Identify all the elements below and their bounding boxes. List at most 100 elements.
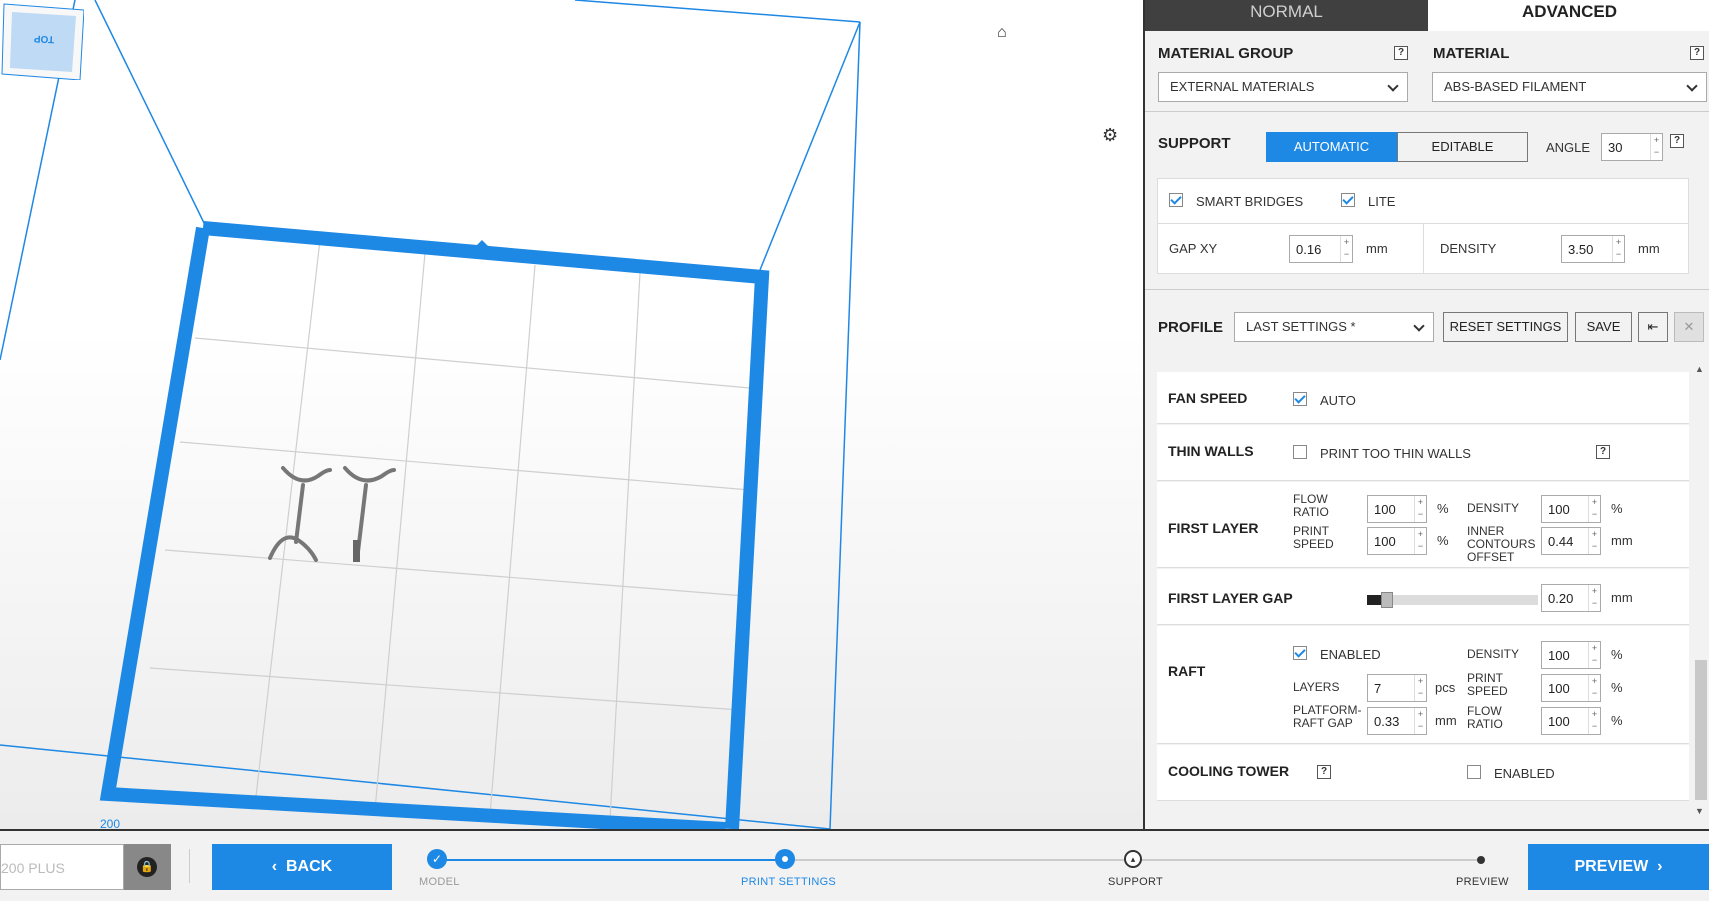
gap-xy-value: 0.16 xyxy=(1296,242,1322,257)
thin-walls-label: THIN WALLS xyxy=(1168,443,1254,459)
inner-contours-offset-input[interactable]: 0.44 + − xyxy=(1541,527,1601,555)
first-layer-gap-slider[interactable] xyxy=(1367,592,1538,608)
tab-advanced[interactable]: ADVANCED xyxy=(1428,0,1709,31)
raft-density-input[interactable]: 100 + − xyxy=(1541,641,1601,669)
inner-contours-offset-label: INNER CONTOURS OFFSET xyxy=(1467,524,1536,564)
tab-normal[interactable]: NORMAL xyxy=(1145,0,1428,31)
lock-button[interactable]: 🔒 xyxy=(124,844,171,890)
first-layer-density-label: DENSITY xyxy=(1467,501,1520,515)
support-density-value: 3.50 xyxy=(1568,242,1594,257)
raft-enabled-checkbox[interactable] xyxy=(1293,646,1307,660)
slider-handle[interactable] xyxy=(1381,592,1393,608)
step-print-settings-label[interactable]: PRINT SETTINGS xyxy=(741,876,836,888)
back-button[interactable]: ‹ BACK xyxy=(212,844,392,890)
profile-select[interactable]: LAST SETTINGS * xyxy=(1234,312,1434,342)
chevron-down-icon xyxy=(1413,320,1425,332)
scrollbar[interactable]: ▲ ▼ xyxy=(1691,360,1709,826)
first-layer-gap-label: FIRST LAYER GAP xyxy=(1168,590,1293,606)
stepper-icon[interactable]: + − xyxy=(1588,496,1600,522)
raft-row: RAFT ENABLED LAYERS 7 + − pcs PLATFORM-RAF… xyxy=(1157,626,1689,744)
percent-unit: % xyxy=(1437,533,1449,548)
home-icon[interactable]: ⌂ xyxy=(997,25,1007,41)
help-icon[interactable]: ? xyxy=(1317,765,1331,779)
step-support-label[interactable]: SUPPORT xyxy=(1108,876,1163,888)
step-print-settings-icon[interactable] xyxy=(775,849,795,869)
preview-button[interactable]: PREVIEW › xyxy=(1528,844,1709,890)
thin-walls-checkbox[interactable] xyxy=(1293,445,1307,459)
help-icon[interactable]: ? xyxy=(1596,445,1610,459)
cooling-tower-enabled-label: ENABLED xyxy=(1494,766,1555,781)
help-icon[interactable]: ? xyxy=(1690,46,1704,60)
support-automatic-button[interactable]: AUTOMATIC xyxy=(1266,132,1397,162)
mode-tabs: NORMAL ADVANCED xyxy=(1145,0,1709,31)
stepper-icon[interactable]: + − xyxy=(1340,236,1352,262)
stepper-icon[interactable]: + − xyxy=(1414,708,1426,734)
stepper-icon[interactable]: + − xyxy=(1414,496,1426,522)
raft-enabled-label: ENABLED xyxy=(1320,647,1381,662)
stepper-icon[interactable]: + − xyxy=(1588,528,1600,554)
chevron-down-icon xyxy=(1686,80,1698,92)
help-icon[interactable]: ? xyxy=(1670,134,1684,148)
raft-label: RAFT xyxy=(1168,663,1206,679)
stepper-icon[interactable]: + − xyxy=(1414,675,1426,701)
printer-field[interactable]: 200 PLUS xyxy=(0,844,124,890)
lock-icon: 🔒 xyxy=(137,857,157,877)
settings-list[interactable]: FAN SPEED AUTO THIN WALLS PRINT TOO THIN… xyxy=(1145,360,1709,826)
first-layer-print-speed-input[interactable]: 100 + − xyxy=(1367,527,1427,555)
gap-xy-input[interactable]: 0.16 + − xyxy=(1289,235,1353,263)
material-select[interactable]: ABS-BASED FILAMENT xyxy=(1432,72,1707,102)
stepper-icon[interactable]: + − xyxy=(1588,585,1600,611)
export-icon[interactable]: ⇤ xyxy=(1638,312,1668,342)
smart-bridges-checkbox[interactable] xyxy=(1169,193,1183,207)
step-preview-label[interactable]: PREVIEW xyxy=(1456,876,1509,888)
progress-fill xyxy=(437,859,785,861)
scroll-down-icon[interactable]: ▼ xyxy=(1695,806,1704,816)
support-editable-button[interactable]: EDITABLE xyxy=(1397,132,1528,162)
save-button[interactable]: SAVE xyxy=(1575,312,1632,342)
printer-name: 200 PLUS xyxy=(1,860,65,876)
cooling-tower-checkbox[interactable] xyxy=(1467,765,1481,779)
step-model-label[interactable]: MODEL xyxy=(419,876,460,888)
first-layer-flow-ratio-input[interactable]: 100 + − xyxy=(1367,495,1427,523)
step-preview-dot-icon[interactable] xyxy=(1477,856,1485,864)
stepper-icon[interactable]: + − xyxy=(1588,708,1600,734)
divider xyxy=(189,849,190,883)
material-group-select[interactable]: EXTERNAL MATERIALS xyxy=(1158,72,1408,102)
raft-print-speed-input[interactable]: 100 + − xyxy=(1541,674,1601,702)
gap-xy-unit: mm xyxy=(1366,241,1388,256)
fan-speed-auto-checkbox[interactable] xyxy=(1293,392,1307,406)
stepper-icon[interactable]: + − xyxy=(1414,528,1426,554)
first-layer-print-speed-value: 100 xyxy=(1374,534,1396,549)
view-cube[interactable]: TOP xyxy=(0,0,84,80)
raft-layers-input[interactable]: 7 + − xyxy=(1367,674,1427,702)
first-layer-row: FIRST LAYER FLOW RATIO 100 + − % PRINT SPE… xyxy=(1157,482,1689,568)
first-layer-density-input[interactable]: 100 + − xyxy=(1541,495,1601,523)
stepper-icon[interactable]: + − xyxy=(1588,675,1600,701)
stepper-icon[interactable]: + − xyxy=(1612,236,1624,262)
3d-viewport[interactable]: 200 ⌂ ⚙ TOP xyxy=(0,0,1143,829)
angle-input[interactable]: 30 + − xyxy=(1601,133,1663,161)
support-density-label: DENSITY xyxy=(1440,241,1497,256)
scrollbar-thumb[interactable] xyxy=(1695,660,1707,800)
raft-flow-ratio-input[interactable]: 100 + − xyxy=(1541,707,1601,735)
support-density-input[interactable]: 3.50 + − xyxy=(1561,235,1625,263)
gear-icon[interactable]: ⚙ xyxy=(1102,126,1118,144)
thin-walls-row: THIN WALLS PRINT TOO THIN WALLS ? xyxy=(1157,425,1689,481)
material-value: ABS-BASED FILAMENT xyxy=(1444,79,1587,94)
scroll-up-icon[interactable]: ▲ xyxy=(1695,364,1704,374)
raft-layers-value: 7 xyxy=(1374,681,1382,696)
percent-unit: % xyxy=(1611,647,1623,662)
chevron-down-icon xyxy=(1387,80,1399,92)
lite-checkbox[interactable] xyxy=(1341,193,1355,207)
step-model-check-icon[interactable]: ✓ xyxy=(427,849,447,869)
first-layer-gap-input[interactable]: 0.20 + − xyxy=(1541,584,1601,612)
axis-label: 200 xyxy=(100,817,120,829)
stepper-icon[interactable]: + − xyxy=(1650,134,1662,160)
step-support-lock-icon[interactable]: ▴ xyxy=(1124,850,1142,868)
help-icon[interactable]: ? xyxy=(1394,46,1408,60)
stepper-icon[interactable]: + − xyxy=(1588,642,1600,668)
pcs-unit: pcs xyxy=(1435,680,1456,695)
platform-raft-gap-input[interactable]: 0.33 + − xyxy=(1367,707,1427,735)
reset-settings-button[interactable]: RESET SETTINGS xyxy=(1443,312,1568,342)
delete-icon[interactable]: ✕ xyxy=(1674,312,1704,342)
